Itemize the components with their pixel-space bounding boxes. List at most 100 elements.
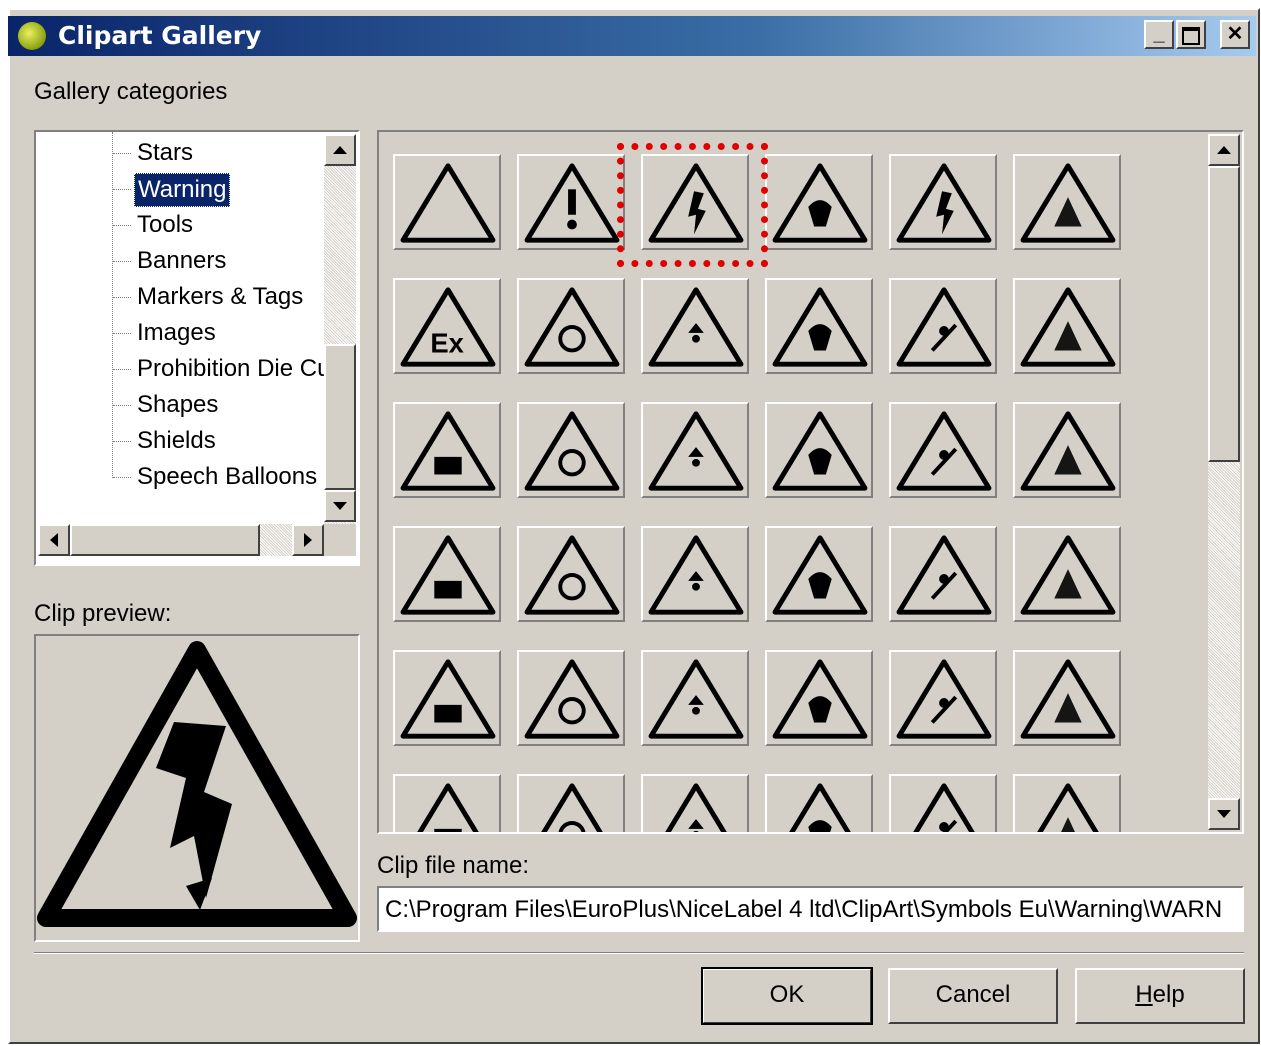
- tree-item-shields[interactable]: Shields: [134, 425, 219, 457]
- pedestrian-warning-icon: [913, 783, 975, 832]
- arrow-down-icon: [333, 502, 347, 510]
- tree-scroll-left-button[interactable]: [38, 524, 70, 556]
- clip-gallery-grid[interactable]: Ex: [377, 130, 1244, 834]
- clip-tile[interactable]: [517, 526, 625, 622]
- clip-tile[interactable]: [641, 278, 749, 374]
- tree-item-shapes[interactable]: Shapes: [134, 389, 221, 421]
- clip-tile[interactable]: [393, 402, 501, 498]
- truck-warning-icon: [400, 535, 496, 615]
- tree-item-markers-tags[interactable]: Markers & Tags: [134, 281, 306, 313]
- scroll-corner: [324, 524, 356, 556]
- clip-tile[interactable]: [517, 402, 625, 498]
- title-bar[interactable]: Clipart Gallery _ ✕: [8, 16, 1256, 56]
- crane-hook-warning-icon: [789, 783, 851, 832]
- tree-item-warning[interactable]: Warning: [134, 173, 231, 207]
- clip-tile[interactable]: [889, 650, 997, 746]
- clip-tile[interactable]: [1013, 650, 1121, 746]
- clip-tile[interactable]: [889, 278, 997, 374]
- clip-tile[interactable]: [641, 526, 749, 622]
- clip-tile[interactable]: [517, 154, 625, 250]
- category-tree[interactable]: Stars Warning Tools Banners Markers & Ta…: [34, 130, 360, 566]
- clip-tile[interactable]: [889, 154, 997, 250]
- clip-tile[interactable]: [889, 526, 997, 622]
- clip-tile[interactable]: [393, 650, 501, 746]
- clip-tile[interactable]: [889, 774, 997, 832]
- tree-item-banners[interactable]: Banners: [134, 245, 229, 277]
- forklift-warning-icon: [524, 535, 620, 615]
- toxic-skull-warning-icon: [1020, 287, 1116, 367]
- clip-tile[interactable]: [1013, 402, 1121, 498]
- tree-item-speech-balloons[interactable]: Speech Balloons: [134, 461, 320, 493]
- tree-item-tools[interactable]: Tools: [134, 209, 196, 241]
- clip-tile[interactable]: Ex: [393, 278, 501, 374]
- clip-tile[interactable]: [1013, 774, 1121, 832]
- clip-preview: [34, 634, 360, 942]
- tree-scroll-down-button[interactable]: [324, 490, 356, 522]
- high-voltage-warning-icon: [37, 641, 357, 927]
- excavator-warning-icon: [648, 535, 744, 615]
- clip-tile[interactable]: [765, 402, 873, 498]
- selected-clip-highlight: [617, 143, 768, 267]
- clip-tile[interactable]: [517, 650, 625, 746]
- minimize-button[interactable]: _: [1144, 20, 1174, 49]
- floor-hole-warning-icon: [896, 659, 992, 739]
- close-button[interactable]: ✕: [1220, 20, 1250, 49]
- cancel-button[interactable]: Cancel: [888, 968, 1058, 1024]
- clip-tile[interactable]: [765, 278, 873, 374]
- clip-tile[interactable]: [641, 774, 749, 832]
- clip-tile[interactable]: [393, 526, 501, 622]
- clip-tile[interactable]: [1013, 526, 1121, 622]
- tree-scroll-right-button[interactable]: [292, 524, 324, 556]
- arrow-up-icon: [1217, 146, 1231, 154]
- clip-tile[interactable]: [765, 526, 873, 622]
- gallery-scroll-up-button[interactable]: [1208, 134, 1240, 166]
- entanglement-warning-icon: [665, 783, 727, 832]
- clip-tile[interactable]: [393, 774, 501, 832]
- button-divider: [34, 952, 1244, 954]
- corrosive-warning-icon: [772, 287, 868, 367]
- clip-tile[interactable]: [517, 774, 625, 832]
- explosive-warning-icon: [1020, 163, 1116, 243]
- arrow-up-icon: [333, 146, 347, 154]
- clip-tile[interactable]: [765, 154, 873, 250]
- oxidizing-warning-icon: [648, 287, 744, 367]
- falling-person-warning-icon: [648, 659, 744, 739]
- tree-item-stars[interactable]: Stars: [134, 137, 196, 169]
- ex-explosive-atmosphere-icon: Ex: [400, 287, 496, 367]
- clip-tile[interactable]: [641, 650, 749, 746]
- close-icon: ✕: [1226, 23, 1244, 45]
- minimize-icon: _: [1153, 23, 1165, 45]
- clip-tile[interactable]: [765, 650, 873, 746]
- clip-tile[interactable]: [393, 154, 501, 250]
- maximize-button[interactable]: [1176, 20, 1206, 49]
- tree-vscroll-thumb[interactable]: [324, 344, 356, 490]
- help-button[interactable]: Help: [1075, 968, 1245, 1024]
- clip-tile[interactable]: [889, 402, 997, 498]
- clip-tile[interactable]: [1013, 278, 1121, 374]
- tree-scroll-up-button[interactable]: [324, 134, 356, 166]
- clip-tile[interactable]: [765, 774, 873, 832]
- ok-button[interactable]: OK: [701, 967, 873, 1025]
- laser-warning-icon: [896, 411, 992, 491]
- digger-warning-icon: [772, 535, 868, 615]
- flammable-warning-icon: [524, 287, 620, 367]
- tree-hscroll-thumb[interactable]: [70, 524, 260, 556]
- running-person-warning-icon: [896, 535, 992, 615]
- help-button-label: Help: [1135, 981, 1185, 1008]
- tree-item-images[interactable]: Images: [134, 317, 219, 349]
- clip-tile[interactable]: [517, 278, 625, 374]
- app-icon: [18, 22, 46, 50]
- exclamation-warning-icon: [524, 163, 620, 243]
- lightning-warning-icon: [896, 163, 992, 243]
- gallery-vscroll-thumb[interactable]: [1208, 166, 1240, 462]
- slip-warning-icon: [400, 659, 496, 739]
- gallery-scroll-down-button[interactable]: [1208, 798, 1240, 830]
- electric-shock-warning-icon: [772, 163, 868, 243]
- clip-tile[interactable]: [641, 402, 749, 498]
- battery-acid-warning-icon: [896, 287, 992, 367]
- biohazard-warning-icon: [524, 411, 620, 491]
- clip-tile[interactable]: [1013, 154, 1121, 250]
- tree-item-prohibition-die-cut[interactable]: Prohibition Die Cu: [134, 353, 333, 385]
- wet-floor-warning-icon: [772, 659, 868, 739]
- clip-file-name-field[interactable]: C:\Program Files\EuroPlus\NiceLabel 4 lt…: [377, 886, 1244, 932]
